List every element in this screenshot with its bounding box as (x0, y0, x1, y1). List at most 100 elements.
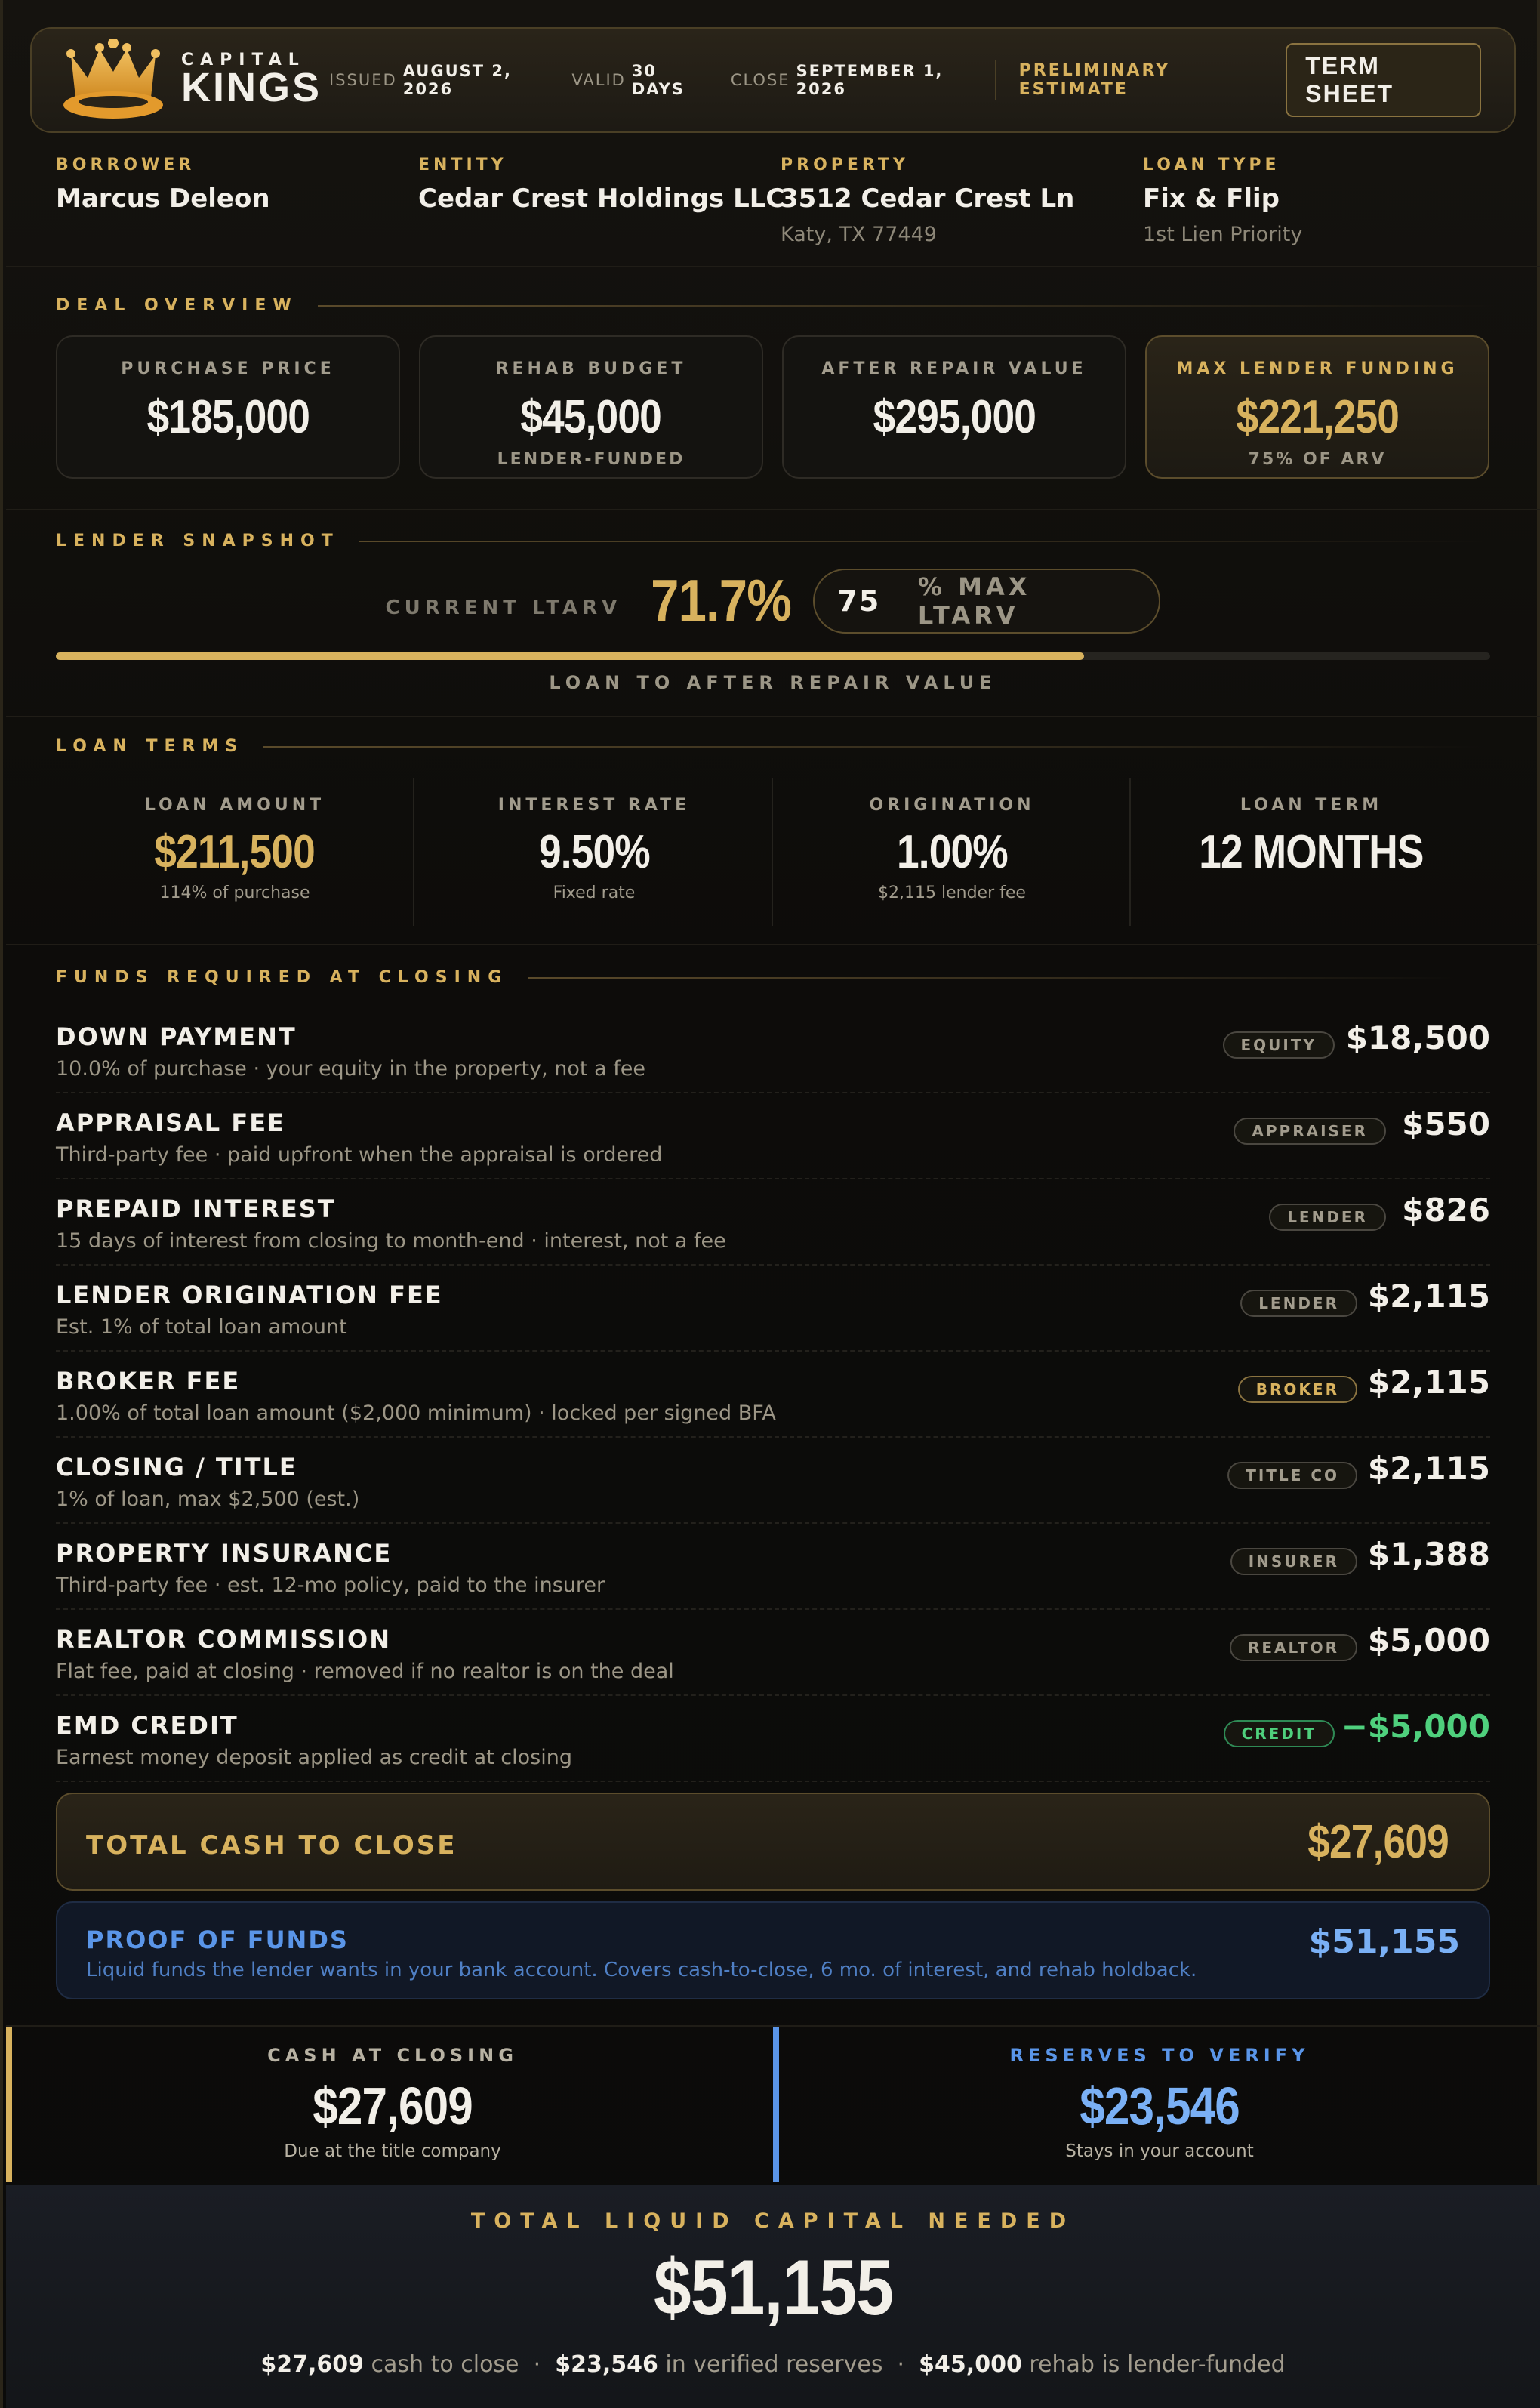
fee-row-closing-title: CLOSING / TITLE 1% of loan, max $2,500 (… (56, 1438, 1490, 1524)
divider (6, 266, 1540, 267)
term-divider (1129, 778, 1131, 926)
term-sub: 114% of purchase (159, 883, 310, 902)
total-label: TOTAL CASH TO CLOSE (86, 1830, 457, 1861)
property-block: PROPERTY 3512 Cedar Crest Ln Katy, TX 77… (781, 156, 1074, 246)
entity-value: Cedar Crest Holdings LLC (418, 183, 785, 214)
divider (6, 716, 1540, 717)
brand-line2: KINGS (181, 65, 322, 110)
fee-title: BROKER FEE (56, 1367, 241, 1395)
loan-type-sub: 1st Lien Priority (1143, 223, 1303, 246)
fee-amount: $826 (1402, 1192, 1490, 1229)
card-sub: LENDER-FUNDED (497, 450, 685, 469)
term-label: LOAN TERM (1240, 796, 1383, 815)
borrower-value: Marcus Deleon (56, 183, 270, 214)
card-sub: 75% OF ARV (1248, 450, 1387, 469)
deal-overview-title: DEAL OVERVIEW (56, 296, 1495, 315)
breakdown-reserves-text: in verified reserves (665, 2351, 883, 2378)
total-cash-to-close: TOTAL CASH TO CLOSE $27,609 (56, 1793, 1490, 1891)
term-sub: Fixed rate (553, 883, 636, 902)
fee-amount: $550 (1402, 1105, 1490, 1142)
breakdown-cash: $27,609 (260, 2351, 364, 2378)
fee-amount: $5,000 (1367, 1622, 1490, 1659)
breakdown-cash-text: cash to close (371, 2351, 519, 2378)
borrower-block: BORROWER Marcus Deleon (56, 156, 270, 214)
pof-title: PROOF OF FUNDS (86, 1925, 349, 1954)
fee-tag: CREDIT (1223, 1720, 1335, 1747)
fee-sub: Est. 1% of total loan amount (56, 1315, 347, 1339)
fee-sub: 15 days of interest from closing to mont… (56, 1229, 726, 1253)
term-value: $211,500 (154, 826, 316, 878)
loan-amount-term: LOAN AMOUNT $211,500 114% of purchase (56, 778, 414, 926)
current-ltarv-value: 71.7% (651, 567, 792, 634)
fee-title: LENDER ORIGINATION FEE (56, 1281, 443, 1309)
reserves-value: $23,546 (1080, 2077, 1240, 2135)
arv-card: AFTER REPAIR VALUE $295,000 (782, 335, 1126, 479)
rehab-budget-card: REHAB BUDGET $45,000 LENDER-FUNDED (419, 335, 763, 479)
fee-sub: Flat fee, paid at closing · removed if n… (56, 1660, 674, 1683)
loan-type-label: LOAN TYPE (1143, 156, 1280, 174)
ltarv-progress-bar (56, 652, 1490, 660)
fee-amount: $2,115 (1367, 1450, 1490, 1487)
loan-term-term: LOAN TERM 12 MONTHS (1132, 778, 1490, 926)
max-lender-funding-card: MAX LENDER FUNDING $221,250 75% OF ARV (1145, 335, 1489, 479)
close-value: SEPTEMBER 1, 2026 (796, 62, 944, 98)
fee-row-realtor: REALTOR COMMISSION Flat fee, paid at clo… (56, 1610, 1490, 1696)
fee-tag: LENDER (1240, 1290, 1357, 1317)
interest-rate-term: INTEREST RATE 9.50% Fixed rate (415, 778, 773, 926)
property-value: 3512 Cedar Crest Ln (781, 183, 1075, 214)
total-value: $27,609 (1307, 1816, 1449, 1868)
fee-amount: −$5,000 (1341, 1708, 1490, 1745)
fee-sub: 1% of loan, max $2,500 (est.) (56, 1488, 360, 1511)
header-bar: CAPITAL KINGS ISSUED AUGUST 2, 2026 VALID… (30, 27, 1516, 133)
fee-title: EMD CREDIT (56, 1711, 239, 1740)
fee-title: REALTOR COMMISSION (56, 1625, 391, 1654)
fee-tag: APPRAISER (1234, 1118, 1386, 1145)
grand-value: $51,155 (653, 2244, 893, 2332)
term-sub: $2,115 lender fee (878, 883, 1026, 902)
term-sheet-button[interactable]: TERM SHEET (1286, 43, 1481, 117)
current-ltarv-label: CURRENT LTARV (385, 596, 622, 619)
fee-title: DOWN PAYMENT (56, 1022, 297, 1051)
fee-title: PREPAID INTEREST (56, 1195, 336, 1223)
fee-row-prepaid-interest: PREPAID INTEREST 15 days of interest fro… (56, 1179, 1490, 1266)
crown-icon (63, 39, 163, 119)
origination-term: ORIGINATION 1.00% $2,115 lender fee (773, 778, 1131, 926)
fee-row-down-payment: DOWN PAYMENT 10.0% of purchase · your eq… (56, 1007, 1490, 1093)
property-label: PROPERTY (781, 156, 909, 174)
card-label: PURCHASE PRICE (121, 359, 335, 378)
issued-label: ISSUED (329, 71, 397, 89)
fee-tag: INSURER (1230, 1548, 1357, 1575)
max-ltarv-field[interactable]: 75 % MAX LTARV (813, 568, 1161, 634)
loan-type-block: LOAN TYPE Fix & Flip 1st Lien Priority (1143, 156, 1302, 246)
fee-row-insurance: PROPERTY INSURANCE Third-party fee · est… (56, 1524, 1490, 1610)
fee-tag: REALTOR (1229, 1634, 1357, 1661)
term-label: ORIGINATION (869, 796, 1035, 815)
card-label: REHAB BUDGET (495, 359, 687, 378)
fee-sub: Earnest money deposit applied as credit … (56, 1746, 572, 1769)
card-value: $221,250 (1236, 391, 1399, 443)
ltarv-row: CURRENT LTARV 71.7% 75 % MAX LTARV (3, 566, 1540, 635)
term-label: LOAN AMOUNT (144, 796, 325, 815)
fee-tag: EQUITY (1222, 1031, 1335, 1059)
cash-value: $27,609 (313, 2077, 473, 2135)
grand-breakdown: $27,609 cash to close · $23,546 in verif… (260, 2351, 1286, 2378)
logo: CAPITAL KINGS (62, 39, 322, 122)
reserves-sub: Stays in your account (1065, 2141, 1254, 2161)
fee-row-appraisal: APPRAISAL FEE Third-party fee · paid upf… (56, 1093, 1490, 1179)
funds-required-title: FUNDS REQUIRED AT CLOSING (56, 968, 1457, 987)
entity-block: ENTITY Cedar Crest Holdings LLC (418, 156, 784, 214)
fee-sub: Third-party fee · paid upfront when the … (56, 1143, 663, 1167)
proof-of-funds: PROOF OF FUNDS Liquid funds the lender w… (56, 1901, 1490, 1999)
purchase-price-card: PURCHASE PRICE $185,000 (56, 335, 400, 479)
card-value: $45,000 (520, 391, 663, 443)
issue-meta: ISSUED AUGUST 2, 2026 VALID 30 DAYS CLOSE S… (329, 62, 995, 98)
card-value: $185,000 (146, 391, 310, 443)
cash-sub: Due at the title company (284, 2141, 501, 2161)
loan-terms-title: LOAN TERMS (56, 737, 1487, 756)
card-value: $295,000 (873, 391, 1036, 443)
divider (6, 944, 1540, 945)
term-value: 12 MONTHS (1199, 826, 1424, 878)
ltarv-caption: LOAN TO AFTER REPAIR VALUE (549, 672, 997, 693)
breakdown-rehab-text: rehab is lender-funded (1029, 2351, 1286, 2378)
term-value: 1.00% (896, 826, 1009, 878)
